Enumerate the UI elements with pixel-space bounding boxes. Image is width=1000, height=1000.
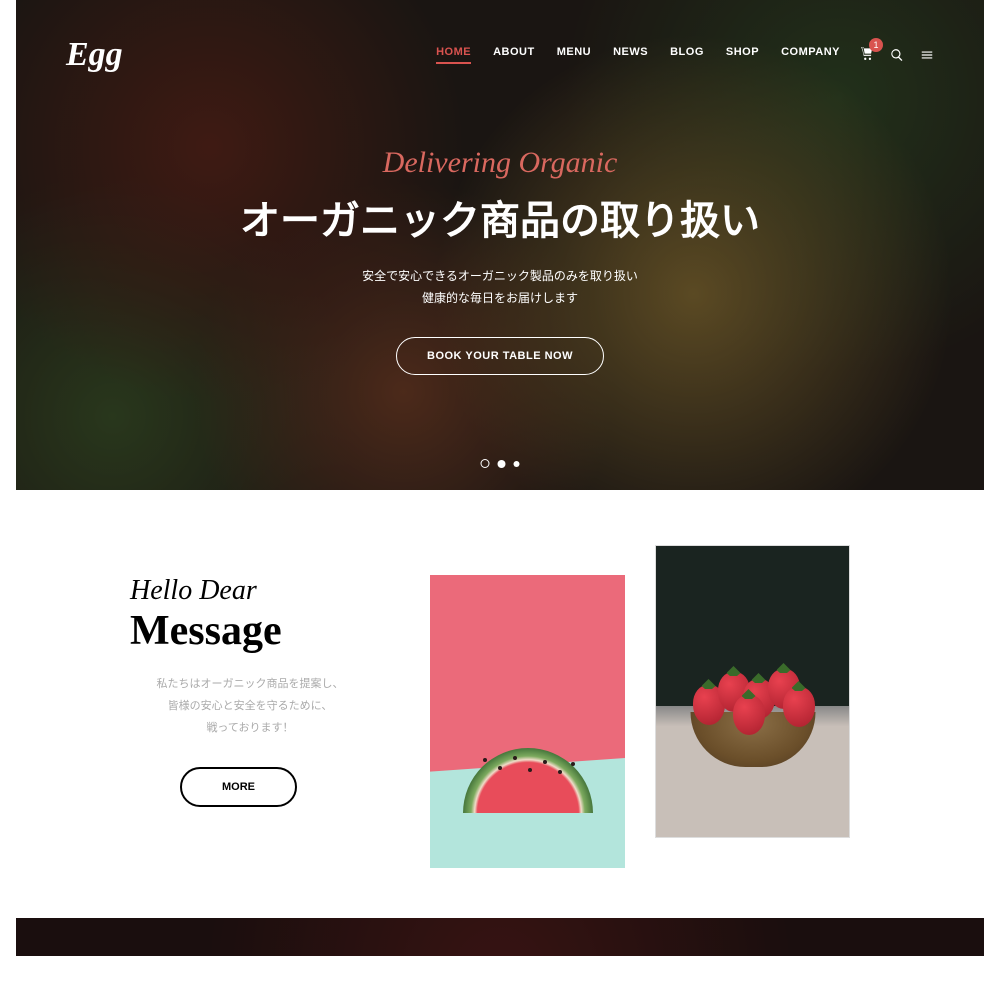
image-card-strawberry xyxy=(655,545,850,868)
search-icon[interactable] xyxy=(890,48,904,62)
nav-item-home[interactable]: HOME xyxy=(436,46,471,64)
carousel-dot-1[interactable] xyxy=(481,459,490,468)
message-section: Hello Dear Message 私たちはオーガニック商品を提案し、 皆様の… xyxy=(0,490,1000,918)
cart-button[interactable]: 1 xyxy=(860,46,874,65)
image-card-watermelon xyxy=(430,575,625,868)
nav-icons: 1 xyxy=(860,46,934,65)
hero-script-text: Delivering Organic xyxy=(16,146,984,180)
message-text-block: Hello Dear Message 私たちはオーガニック商品を提案し、 皆様の… xyxy=(60,575,420,807)
nav-item-menu[interactable]: MENU xyxy=(557,46,591,64)
footer-strip xyxy=(16,918,984,956)
more-button[interactable]: MORE xyxy=(180,767,297,807)
menu-icon[interactable] xyxy=(920,48,934,62)
nav-item-company[interactable]: COMPANY xyxy=(781,46,840,64)
message-title: Message xyxy=(130,607,420,655)
nav-item-about[interactable]: ABOUT xyxy=(493,46,535,64)
top-nav: Egg HOME ABOUT MENU NEWS BLOG SHOP COMPA… xyxy=(16,0,984,74)
nav-item-shop[interactable]: SHOP xyxy=(726,46,759,64)
cart-badge: 1 xyxy=(869,38,883,52)
watermelon-image xyxy=(430,575,625,868)
strawberry-image xyxy=(655,545,850,838)
carousel-dots xyxy=(481,459,520,468)
hero-sub-line2: 健康的な毎日をお届けします xyxy=(16,288,984,310)
message-body: 私たちはオーガニック商品を提案し、 皆様の安心と安全を守るために、 戦っておりま… xyxy=(130,673,370,739)
message-script: Hello Dear xyxy=(130,575,420,607)
nav-item-news[interactable]: NEWS xyxy=(613,46,648,64)
hero-subtitle: 安全で安心できるオーガニック製品のみを取り扱い 健康的な毎日をお届けします xyxy=(16,266,984,309)
hero-title: オーガニック商品の取り扱い xyxy=(16,188,984,246)
hero-sub-line1: 安全で安心できるオーガニック製品のみを取り扱い xyxy=(16,266,984,288)
hero-content: Delivering Organic オーガニック商品の取り扱い 安全で安心でき… xyxy=(16,74,984,375)
carousel-dot-2[interactable] xyxy=(498,460,506,468)
nav-links: HOME ABOUT MENU NEWS BLOG SHOP COMPANY xyxy=(436,46,840,64)
hero-section: Egg HOME ABOUT MENU NEWS BLOG SHOP COMPA… xyxy=(16,0,984,490)
logo[interactable]: Egg xyxy=(66,36,123,74)
message-body-line1: 私たちはオーガニック商品を提案し、 xyxy=(130,673,370,695)
book-table-button[interactable]: BOOK YOUR TABLE NOW xyxy=(396,337,604,375)
message-body-line2: 皆様の安心と安全を守るために、 xyxy=(130,695,370,717)
nav-item-blog[interactable]: BLOG xyxy=(670,46,704,64)
carousel-dot-3[interactable] xyxy=(514,461,520,467)
nav-right: HOME ABOUT MENU NEWS BLOG SHOP COMPANY 1 xyxy=(436,46,934,65)
message-images xyxy=(430,575,850,868)
message-body-line3: 戦っております！ xyxy=(130,717,370,739)
